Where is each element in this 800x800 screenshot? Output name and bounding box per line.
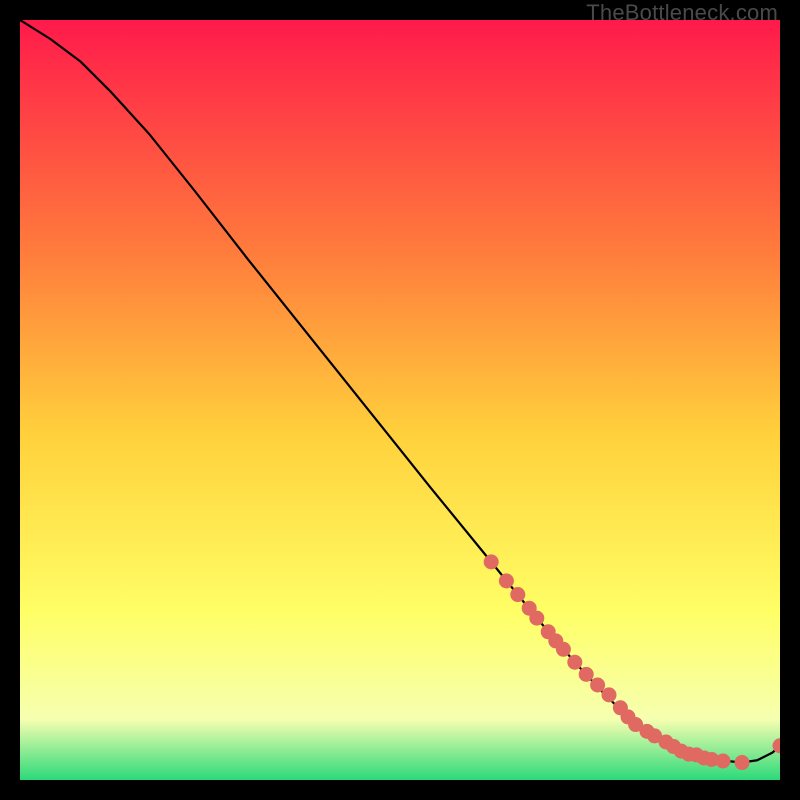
curve-marker xyxy=(579,667,594,682)
curve-marker xyxy=(499,573,514,588)
chart-stage: TheBottleneck.com xyxy=(0,0,800,800)
curve-marker xyxy=(510,587,525,602)
curve-marker xyxy=(556,642,571,657)
curve-marker xyxy=(567,655,582,670)
curve-marker xyxy=(529,611,544,626)
curve-marker xyxy=(484,554,499,569)
curve-marker xyxy=(590,678,605,693)
curve-marker xyxy=(735,755,750,770)
watermark-text: TheBottleneck.com xyxy=(586,0,778,26)
curve-marker xyxy=(602,687,617,702)
bottleneck-chart xyxy=(20,20,780,780)
gradient-background xyxy=(20,20,780,780)
curve-marker xyxy=(716,754,731,769)
